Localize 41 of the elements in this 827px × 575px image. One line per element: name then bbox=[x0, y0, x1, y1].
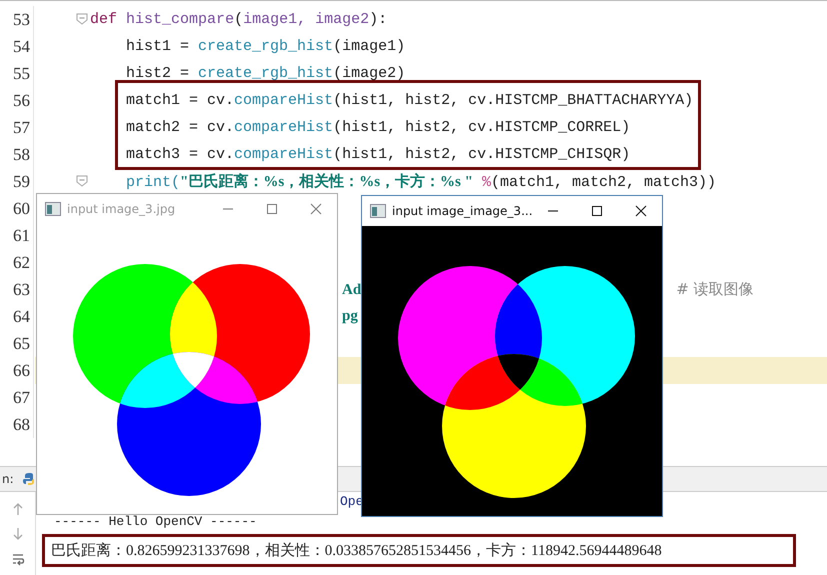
code-text: match1 = cv. bbox=[126, 92, 234, 109]
code-text: (hist1, hist2, cv.HISTCMP_CHISQR) bbox=[333, 146, 630, 163]
keyword-text: def bbox=[90, 11, 118, 28]
string-literal: "巴氏距离：%s，相关性：%s，卡方：%s " bbox=[180, 174, 473, 190]
function-call: compareHist bbox=[234, 146, 334, 163]
function-call: compareHist bbox=[234, 92, 334, 109]
code-text: match2 = cv. bbox=[126, 119, 234, 136]
operator-text: % bbox=[482, 174, 491, 191]
code-text: (image1) bbox=[333, 38, 406, 55]
string-literal: pg bbox=[342, 308, 358, 324]
run-label: n: bbox=[2, 472, 14, 486]
parameter-text: image1, image2 bbox=[243, 11, 370, 28]
function-name: hist_compare bbox=[126, 11, 234, 28]
code-text: (match1, match2, match3)) bbox=[490, 174, 716, 191]
console-line: ------ Hello OpenCV ------ bbox=[53, 513, 258, 531]
soft-wrap-icon[interactable] bbox=[10, 552, 24, 566]
code-text: (hist1, hist2, cv.HISTCMP_BHATTACHARYYA) bbox=[333, 92, 694, 109]
code-text: match3 = cv. bbox=[126, 146, 234, 163]
code-text: (hist1, hist2, cv.HISTCMP_CORREL) bbox=[333, 119, 630, 136]
string-literal: Ad bbox=[342, 282, 362, 298]
function-call: create_rgb_hist bbox=[198, 65, 334, 82]
window-title: input image_3.jpg bbox=[67, 202, 176, 216]
fold-icon[interactable] bbox=[76, 175, 88, 187]
close-icon[interactable] bbox=[634, 204, 648, 218]
code-text: (image2) bbox=[333, 65, 406, 82]
python-icon[interactable] bbox=[22, 472, 36, 486]
maximize-icon[interactable] bbox=[590, 204, 604, 218]
function-call: create_rgb_hist bbox=[198, 38, 334, 55]
function-call: print( bbox=[126, 174, 180, 191]
result-output: 巴氏距离：0.826599231337698，相关性：0.033857652851534456，卡方：118942.56944489648 bbox=[42, 534, 796, 567]
window-icon bbox=[370, 204, 386, 218]
window-title: input image_image_3... bbox=[392, 204, 534, 218]
fold-icon[interactable] bbox=[76, 13, 88, 25]
code-text: hist1 = bbox=[126, 38, 190, 55]
code-comment: # 读取图像 bbox=[676, 280, 754, 298]
function-call: compareHist bbox=[234, 119, 334, 136]
code-text: hist2 = bbox=[126, 65, 190, 82]
down-arrow-icon[interactable] bbox=[10, 527, 24, 541]
code-text: ): bbox=[369, 11, 388, 28]
window-icon bbox=[45, 202, 61, 216]
code-text: ( bbox=[234, 11, 244, 28]
